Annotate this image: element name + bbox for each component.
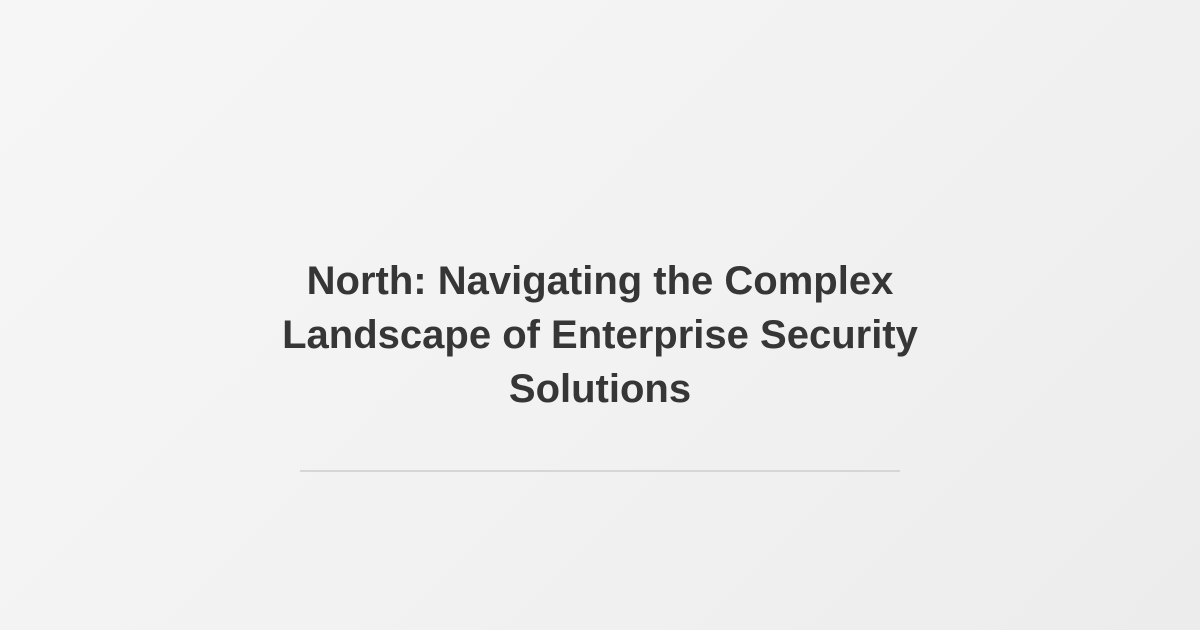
- title-divider: [300, 470, 900, 472]
- social-share-card: North: Navigating the Complex Landscape …: [0, 0, 1200, 630]
- page-title: North: Navigating the Complex Landscape …: [282, 259, 918, 411]
